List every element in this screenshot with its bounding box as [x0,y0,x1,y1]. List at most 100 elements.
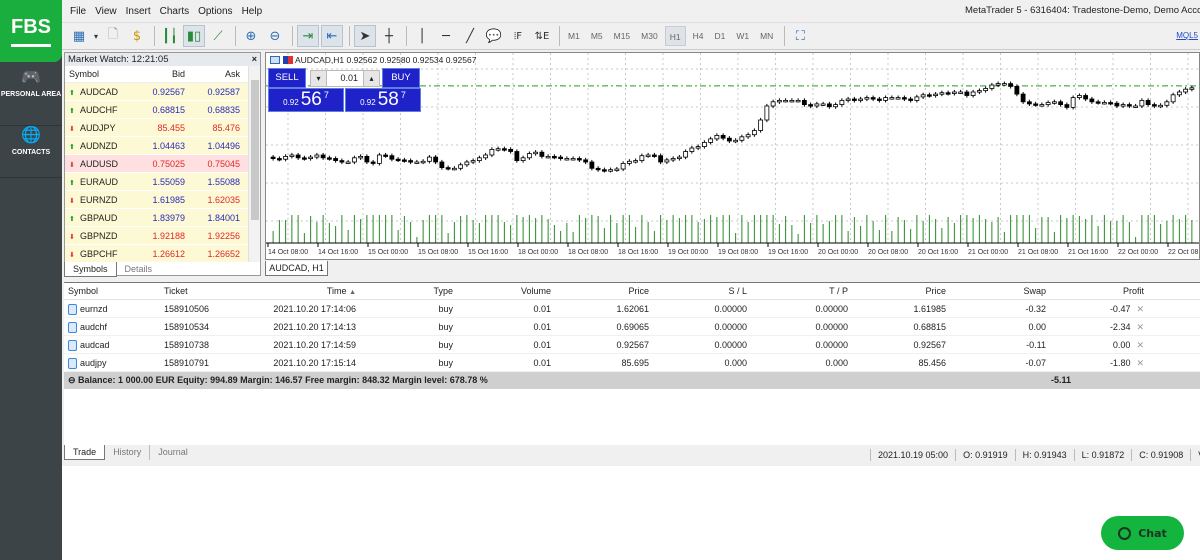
column-current-price[interactable]: Price [852,283,950,299]
elliott-wave-button[interactable]: ⇅E [531,25,553,47]
cursor-tool-button[interactable]: ➤ [354,25,376,47]
fullscreen-icon[interactable]: ⛶ [789,25,811,47]
fibonacci-button[interactable]: ⦙F [507,25,529,47]
candle-body [801,100,807,106]
menu-help[interactable]: Help [242,6,263,17]
timeframe-m5[interactable]: M5 [587,26,607,46]
close-position-icon[interactable]: ✕ [1136,304,1144,314]
sell-button[interactable]: SELL [268,68,306,88]
market-watch-row[interactable]: ⬇ EURNZD 1.61985 1.62035 [65,191,260,209]
column-sl[interactable]: S / L [653,283,751,299]
menu-insert[interactable]: Insert [126,6,151,17]
ask-cell: 1.04496 [207,141,240,151]
close-position-icon[interactable]: ✕ [1136,358,1144,368]
timeframe-w1[interactable]: W1 [732,26,753,46]
column-symbol[interactable]: Symbol [64,283,160,299]
tab-history[interactable]: History [105,445,149,460]
market-watch-row[interactable]: ⬇ GBPCHF 1.26612 1.26652 [65,245,260,263]
column-symbol[interactable]: Symbol [65,66,135,82]
x-tick-label: 20 Oct 08:00 [868,249,908,256]
tab-trade[interactable]: Trade [64,445,106,460]
trendline-button[interactable]: ╱ [459,25,481,47]
chat-button[interactable]: Chat [1101,516,1184,550]
fbs-logo[interactable]: FBS [0,0,62,62]
market-watch-row[interactable]: ⬆ GBPAUD 1.83979 1.84001 [65,209,260,227]
tab-details[interactable]: Details [117,262,161,277]
market-watch-row[interactable]: ⬆ AUDNZD 1.04463 1.04496 [65,137,260,155]
chart-shift-button[interactable]: ⇤ [321,25,343,47]
position-row[interactable]: audchf 158910534 2021.10.20 17:14:13 buy 0.0… [64,318,1200,336]
candlestick-chart-button[interactable]: ▮▯ [183,25,205,47]
candle-body [695,146,701,149]
column-price[interactable]: Price [555,283,653,299]
column-tp[interactable]: T / P [751,283,852,299]
spacer-cell [1148,300,1200,317]
market-watch-row[interactable]: ⬆ EURAUD 1.55059 1.55088 [65,173,260,191]
scrollbar[interactable] [248,66,260,262]
buy-button[interactable]: BUY [382,68,420,88]
tab-symbols[interactable]: Symbols [64,262,117,277]
auto-scroll-button[interactable]: ⇥ [297,25,319,47]
buy-price[interactable]: 0.92 58 7 [345,88,421,112]
sell-price[interactable]: 0.92 56 7 [268,88,344,112]
close-icon[interactable]: × [252,53,257,66]
market-watch-row[interactable]: ⬇ AUDJPY 85.455 85.476 [65,119,260,137]
dropdown-arrow-icon[interactable]: ▾ [92,25,100,47]
sidebar-item-personal-area[interactable]: 🎮 PERSONAL AREA [0,70,62,126]
algo-trading-button[interactable]: $ [126,25,148,47]
menu-charts[interactable]: Charts [160,6,189,17]
close-position-icon[interactable]: ✕ [1136,340,1144,350]
timeframe-h1[interactable]: H1 [664,26,686,46]
position-row[interactable]: audcad 158910738 2021.10.20 17:14:59 buy 0.0… [64,336,1200,354]
scrollbar-thumb[interactable] [251,80,259,220]
chart-window[interactable]: 14 Oct 08:00 14 Oct 16:00 15 Oct 00:00 15 O… [265,52,1200,260]
menu-file[interactable]: File [70,6,86,17]
menu-view[interactable]: View [95,6,117,17]
tab-journal[interactable]: Journal [149,445,196,460]
horizontal-line-button[interactable]: ─ [435,25,457,47]
line-chart-button[interactable]: ⟋ [207,25,229,47]
decrease-lot-button[interactable]: ▾ [311,71,327,86]
column-time[interactable]: Time ▲ [263,283,360,299]
new-chart-button[interactable]: ▦ [68,25,90,47]
mql5-link[interactable]: MQL5 [1176,31,1198,40]
market-watch-row[interactable]: ⬇ GBPNZD 1.92188 1.92256 [65,227,260,245]
market-watch-row[interactable]: ⬇ AUDUSD 0.75025 0.75045 [65,155,260,173]
candle-body [901,97,907,100]
column-volume[interactable]: Volume [457,283,555,299]
position-row[interactable]: eurnzd 158910506 2021.10.20 17:14:06 buy 0.0… [64,300,1200,318]
timeframe-d1[interactable]: D1 [710,26,729,46]
crosshair-tool-button[interactable]: ┼ [378,25,400,47]
column-ask[interactable]: Ask [189,66,244,82]
column-swap[interactable]: Swap [950,283,1050,299]
lot-stepper[interactable]: ▾ 0.01 ▴ [310,70,380,87]
candle-body [764,105,770,121]
timeframe-m1[interactable]: M1 [564,26,584,46]
text-label-button[interactable]: 💬 [483,25,505,47]
chart-tab[interactable]: AUDCAD, H1 [265,261,328,276]
column-type[interactable]: Type [360,283,457,299]
column-bid[interactable]: Bid [135,66,189,82]
new-document-button[interactable]: 🗋 [102,25,124,47]
timeframe-mn[interactable]: MN [756,26,777,46]
menu-options[interactable]: Options [198,6,232,17]
bar-chart-button[interactable]: ┃╽ [159,25,181,47]
timeframe-m15[interactable]: M15 [610,26,635,46]
column-ticket[interactable]: Ticket [160,283,263,299]
market-watch-row[interactable]: ⬆ AUDCAD 0.92567 0.92587 [65,83,260,101]
lot-input[interactable]: 0.01 [327,71,363,86]
x-tick-label: 18 Oct 08:00 [568,249,608,256]
zoom-out-button[interactable]: ⊖ [264,25,286,47]
market-watch-row[interactable]: ⬆ AUDCHF 0.68815 0.68835 [65,101,260,119]
candle-body [864,97,870,100]
close-position-icon[interactable]: ✕ [1136,322,1144,332]
zoom-in-button[interactable]: ⊕ [240,25,262,47]
increase-lot-button[interactable]: ▴ [363,71,379,86]
position-row[interactable]: audjpy 158910791 2021.10.20 17:15:14 buy 0.0… [64,354,1200,372]
sidebar-item-contacts[interactable]: 🌐 CONTACTS [0,128,62,178]
column-profit[interactable]: Profit [1050,283,1148,299]
candle-body [683,151,689,158]
timeframe-h4[interactable]: H4 [689,26,708,46]
vertical-line-button[interactable]: │ [411,25,433,47]
timeframe-m30[interactable]: M30 [637,26,662,46]
